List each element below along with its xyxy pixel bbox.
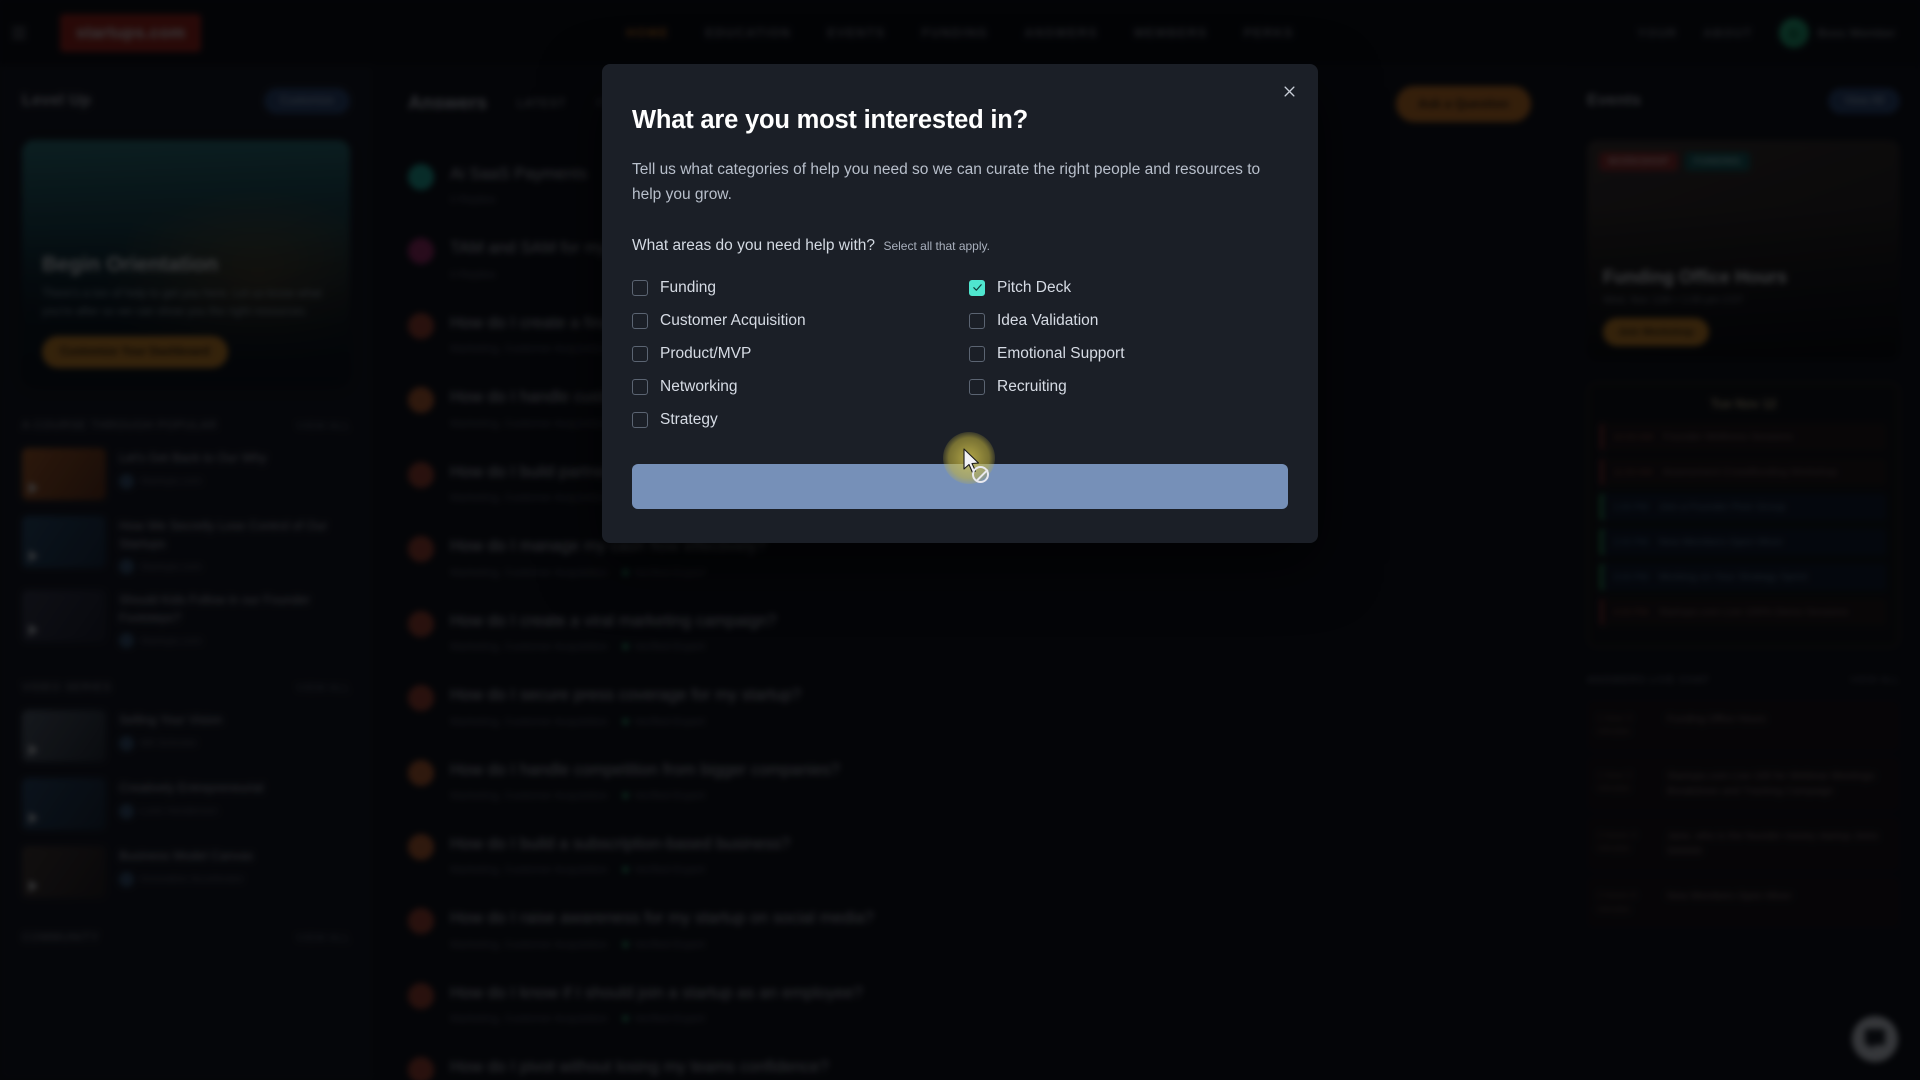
checkbox-box[interactable]	[969, 378, 985, 395]
interest-options-grid: Funding Pitch Deck Customer Acquisition …	[632, 271, 1288, 436]
checkbox-box[interactable]	[632, 279, 648, 296]
modal-title: What are you most interested in?	[632, 106, 1028, 134]
checkbox-recruiting[interactable]: Recruiting	[969, 370, 1294, 403]
checkbox-label: Funding	[660, 278, 717, 296]
field-label: What areas do you need help with?	[632, 237, 875, 255]
close-icon[interactable]	[1276, 78, 1302, 104]
checkbox-box[interactable]	[632, 345, 648, 362]
field-label-row: What areas do you need help with? Select…	[632, 237, 1288, 255]
checkbox-box[interactable]	[632, 312, 648, 329]
checkbox-emotional-support[interactable]: Emotional Support	[969, 337, 1294, 370]
checkbox-label: Pitch Deck	[997, 278, 1072, 296]
checkbox-label: Networking	[660, 377, 738, 395]
checkbox-idea-validation[interactable]: Idea Validation	[969, 304, 1294, 337]
checkbox-label: Idea Validation	[997, 311, 1099, 329]
checkbox-label: Recruiting	[997, 377, 1067, 395]
submit-button[interactable]	[632, 464, 1288, 510]
modal-description: Tell us what categories of help you need…	[632, 161, 1261, 204]
checkbox-pitch-deck[interactable]: Pitch Deck	[969, 271, 1294, 304]
checkbox-box[interactable]	[969, 312, 985, 329]
checkbox-label: Product/MVP	[660, 344, 752, 362]
interests-modal: What are you most interested in? Tell us…	[602, 64, 1318, 544]
checkbox-label: Strategy	[660, 410, 718, 428]
checkbox-box[interactable]	[969, 345, 985, 362]
checkbox-strategy[interactable]: Strategy	[632, 403, 957, 436]
checkbox-customer-acquisition[interactable]: Customer Acquisition	[632, 304, 957, 337]
checkbox-label: Emotional Support	[997, 344, 1125, 362]
checkbox-networking[interactable]: Networking	[632, 370, 957, 403]
checkbox-label: Customer Acquisition	[660, 311, 806, 329]
checkbox-product-mvp[interactable]: Product/MVP	[632, 337, 957, 370]
checkbox-box[interactable]	[969, 279, 985, 296]
app-root: startups.com HOME EDUCATION EVENTS FUNDI…	[0, 0, 1920, 1080]
checkbox-box[interactable]	[632, 411, 648, 428]
field-hint: Select all that apply.	[883, 239, 990, 254]
checkbox-box[interactable]	[632, 378, 648, 395]
checkbox-funding[interactable]: Funding	[632, 271, 957, 304]
